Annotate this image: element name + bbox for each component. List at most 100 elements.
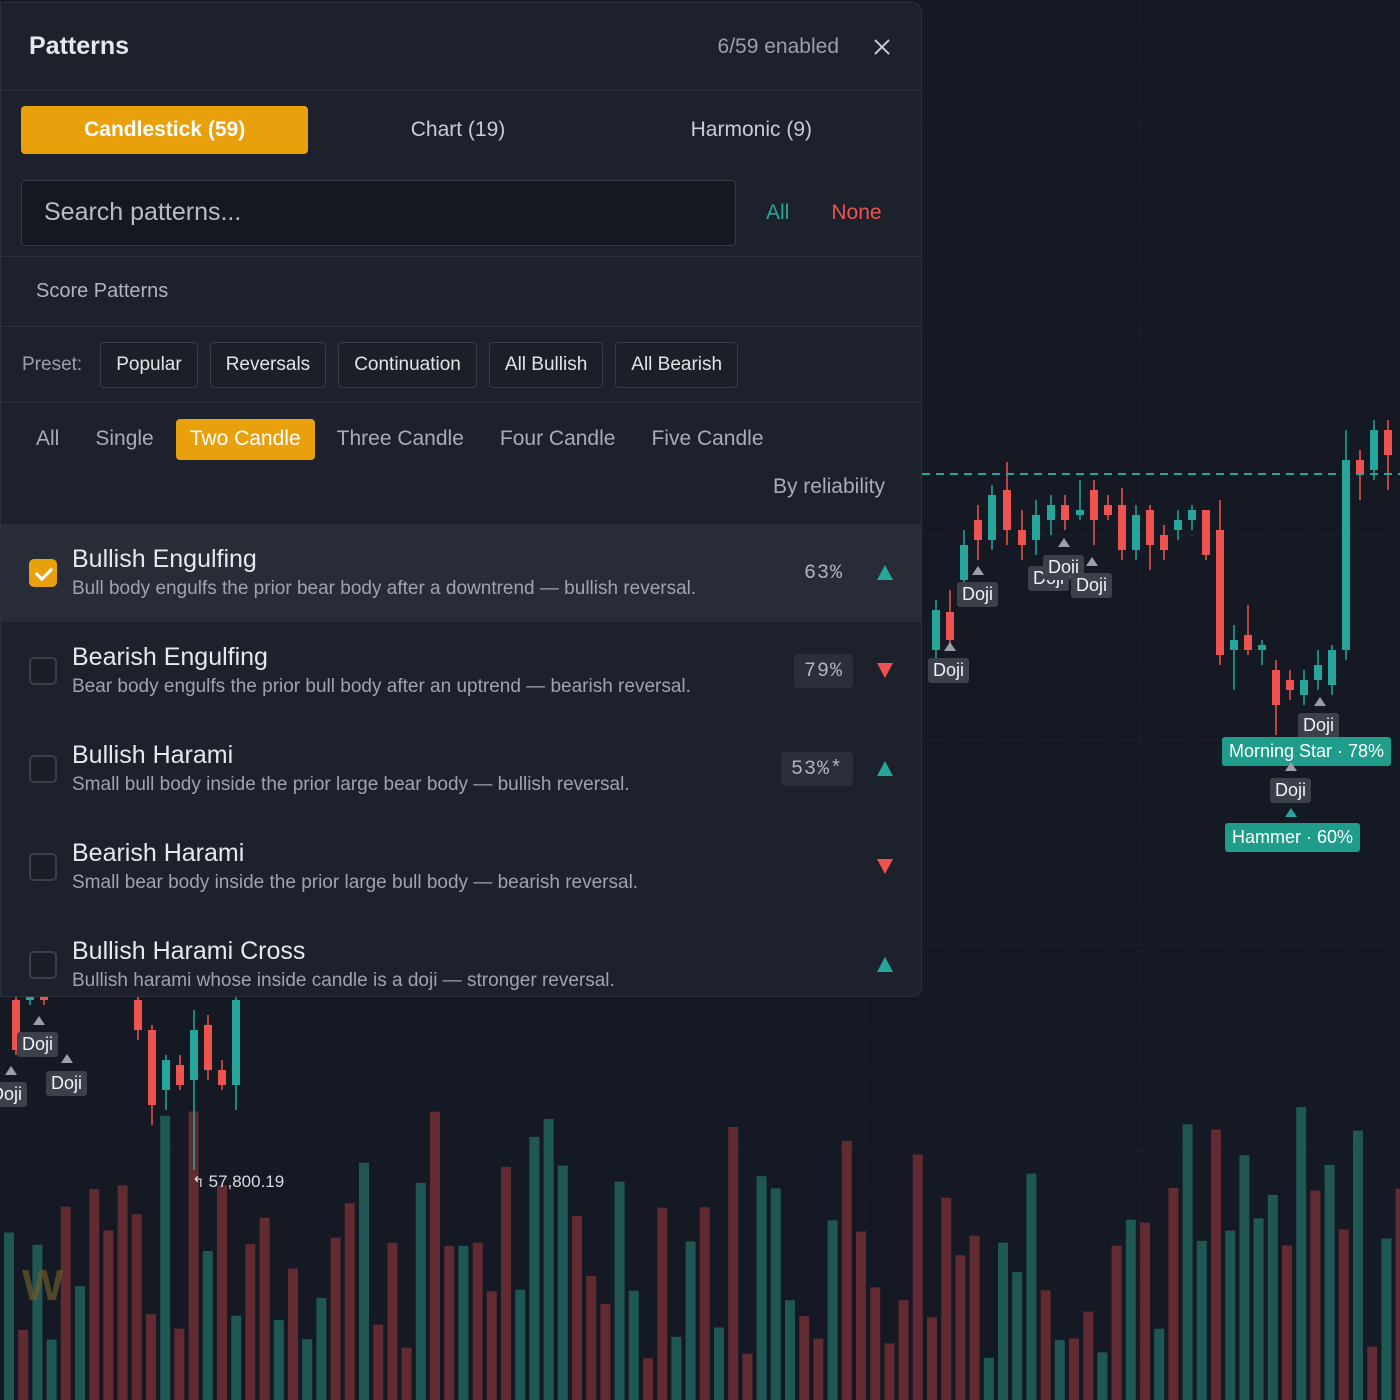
pattern-item-bullish-engulfing[interactable]: Bullish Engulfing Bull body engulfs the … [1, 524, 921, 622]
volume-bar [4, 1232, 14, 1400]
preset-continuation-button[interactable]: Continuation [338, 341, 477, 388]
doji-label[interactable]: Doji [1298, 713, 1340, 738]
pattern-checkbox[interactable] [29, 951, 57, 979]
candle-body [176, 1065, 184, 1085]
volume-bar [458, 1245, 469, 1400]
filter-tab-single[interactable]: Single [77, 419, 171, 460]
candle-body [1118, 505, 1126, 550]
volume-bar [1069, 1338, 1079, 1400]
volume-bar [1040, 1290, 1051, 1400]
volume-bar [714, 1327, 724, 1400]
pattern-checkbox[interactable] [29, 657, 57, 685]
volume-bar [799, 1316, 810, 1400]
volume-bar [614, 1181, 625, 1400]
candle-body [134, 1000, 142, 1030]
filter-tab-four-candle[interactable]: Four Candle [482, 419, 634, 460]
candle-body [1146, 510, 1154, 545]
pattern-checkbox[interactable] [29, 755, 57, 783]
candle-body [232, 1000, 240, 1085]
volume-bar [841, 1140, 852, 1400]
search-input[interactable] [44, 198, 713, 227]
volume-bar [330, 1237, 341, 1400]
doji-label[interactable]: Doji [928, 658, 970, 683]
doji-label[interactable]: Doji [0, 1082, 28, 1107]
tab-candlestick[interactable]: Candlestick (59) [21, 106, 309, 154]
select-none-link[interactable]: None [831, 201, 881, 225]
filter-tab-three-candle[interactable]: Three Candle [319, 419, 482, 460]
candle-body [1104, 505, 1112, 515]
doji-label[interactable]: Doji [957, 582, 999, 607]
preset-all-bearish-button[interactable]: All Bearish [615, 341, 739, 388]
volume-bar [387, 1242, 398, 1400]
doji-label[interactable]: Doji [1071, 573, 1113, 598]
doji-label[interactable]: Doji [46, 1071, 88, 1096]
tab-harmonic[interactable]: Harmonic (9) [608, 106, 895, 154]
preset-popular-button[interactable]: Popular [100, 341, 198, 388]
volume-bar [912, 1154, 923, 1400]
pattern-item-bearish-engulfing[interactable]: Bearish Engulfing Bear body engulfs the … [1, 622, 921, 720]
volume-bar [259, 1217, 270, 1400]
pattern-item-bullish-harami-cross[interactable]: Bullish Harami Cross Bullish harami whos… [1, 916, 921, 996]
pattern-description: Small bear body inside the prior large b… [72, 872, 639, 893]
volume-bar [486, 1291, 497, 1400]
volume-bar [1154, 1328, 1165, 1400]
morning-star-label[interactable]: Morning Star · 78% [1222, 737, 1392, 766]
doji-label[interactable]: Doji [1270, 778, 1312, 803]
doji-label[interactable]: Doji [17, 1032, 59, 1057]
volume-bar [1012, 1272, 1023, 1400]
preset-all-bullish-button[interactable]: All Bullish [488, 341, 604, 388]
volume-bar [1168, 1187, 1179, 1400]
pattern-checkbox[interactable] [29, 853, 57, 881]
volume-bar [643, 1358, 653, 1400]
volume-bar [586, 1275, 597, 1400]
pattern-description: Bull body engulfs the prior bear body af… [72, 578, 697, 599]
volume-bar [827, 1220, 838, 1400]
volume-bar [671, 1336, 682, 1400]
bearish-arrow-icon [877, 663, 893, 678]
doji-marker-icon [944, 642, 956, 651]
candle-count-filter: All Single Two Candle Three Candle Four … [1, 403, 921, 475]
header-right: 6/59 enabled [718, 35, 893, 59]
candle-body [1216, 530, 1224, 655]
filter-tab-all[interactable]: All [18, 419, 77, 460]
bullish-arrow-icon [877, 761, 893, 776]
volume-bar [856, 1231, 866, 1400]
select-all-link[interactable]: All [766, 201, 789, 225]
filter-tab-five-candle[interactable]: Five Candle [633, 419, 781, 460]
volume-bar [1026, 1173, 1037, 1400]
volume-bar [1239, 1155, 1250, 1400]
doji-marker-icon [5, 1066, 17, 1075]
tab-chart[interactable]: Chart (19) [314, 106, 601, 154]
candle-body [1258, 645, 1266, 650]
reliability-score: 79% [793, 654, 853, 688]
volume-bar [359, 1162, 369, 1400]
category-tabs: Candlestick (59) Chart (19) Harmonic (9) [1, 91, 921, 169]
close-icon[interactable] [871, 36, 893, 58]
hammer-label[interactable]: Hammer · 60% [1225, 823, 1361, 852]
volume-bar [998, 1242, 1008, 1400]
sort-by-reliability[interactable]: By reliability [773, 475, 885, 499]
candle-body [1018, 530, 1026, 545]
filter-tab-two-candle[interactable]: Two Candle [175, 418, 315, 460]
pattern-checkbox[interactable] [29, 559, 57, 587]
bullish-arrow-icon [877, 565, 893, 580]
volume-bar [1083, 1311, 1094, 1400]
pattern-item-bearish-harami[interactable]: Bearish Harami Small bear body inside th… [1, 818, 921, 916]
preset-reversals-button[interactable]: Reversals [209, 341, 327, 388]
score-patterns-toggle[interactable]: Score Patterns [1, 257, 921, 327]
volume-bar [756, 1176, 767, 1400]
volume-bar [1310, 1190, 1321, 1400]
volume-bar [785, 1300, 795, 1400]
pattern-name: Bullish Engulfing [72, 545, 257, 573]
pattern-name: Bullish Harami [72, 741, 234, 769]
candle-body [946, 612, 954, 640]
volume-bar [1111, 1245, 1122, 1400]
volume-bar [273, 1320, 284, 1400]
volume-bar [1054, 1339, 1065, 1400]
volume-bar [870, 1287, 881, 1400]
pattern-name: Bullish Harami Cross [72, 937, 306, 965]
volume-bar [955, 1255, 966, 1400]
pattern-text: Bullish Harami Cross Bullish harami whos… [72, 936, 772, 994]
pattern-item-bullish-harami[interactable]: Bullish Harami Small bull body inside th… [1, 720, 921, 818]
volume-bar [529, 1136, 540, 1400]
